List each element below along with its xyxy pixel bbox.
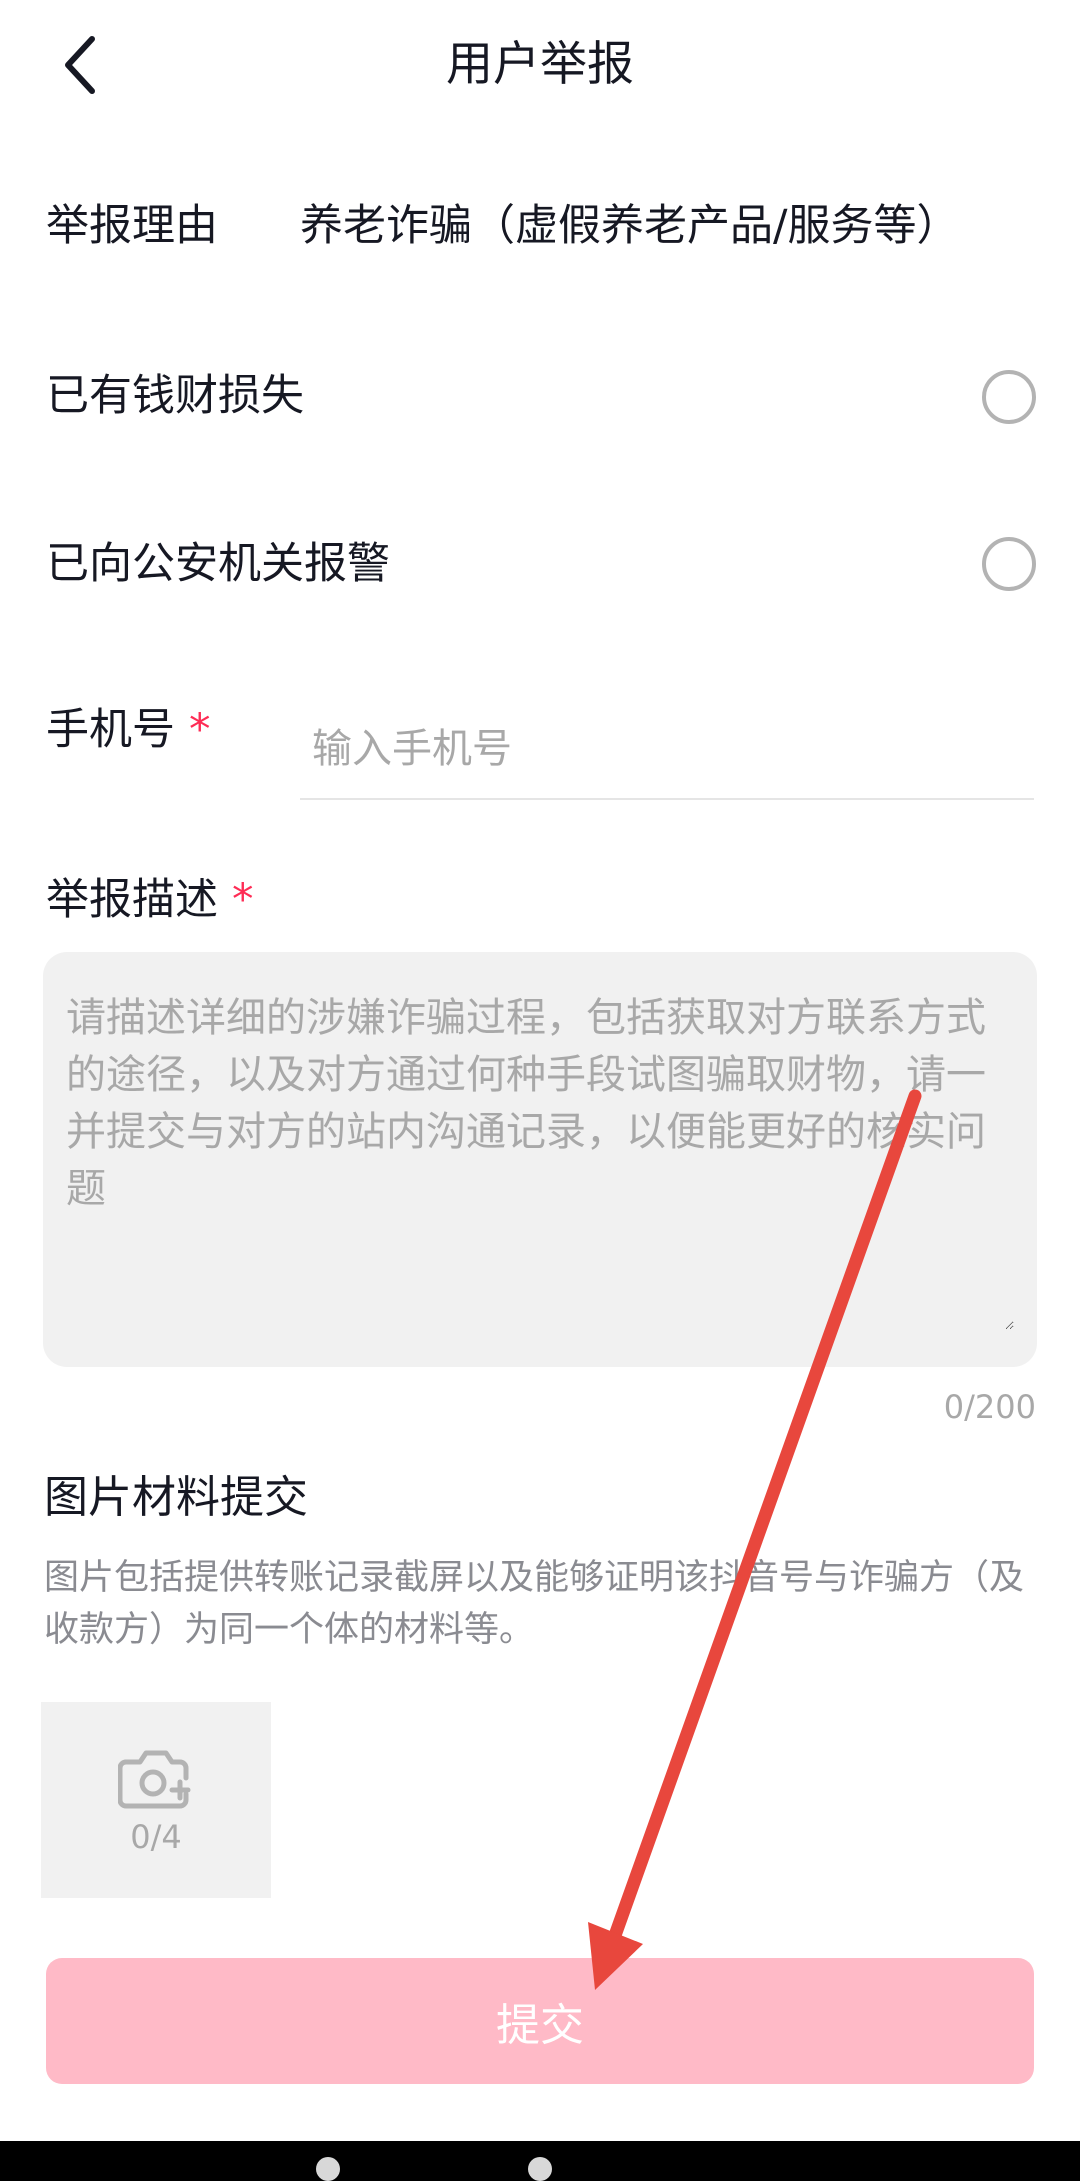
description-char-counter: 0/200	[943, 1388, 1036, 1426]
option-police-report-radio[interactable]	[982, 537, 1036, 591]
image-section-title: 图片材料提交	[44, 1472, 308, 1523]
page-title: 用户举报	[446, 37, 634, 92]
phone-label: 手机号 *	[46, 700, 211, 760]
required-mark: *	[232, 875, 254, 925]
required-mark: *	[189, 705, 211, 755]
description-label-text: 举报描述	[46, 875, 218, 925]
option-police-report-label: 已向公安机关报警	[46, 539, 390, 589]
phone-input[interactable]	[300, 700, 1034, 800]
nav-back-icon[interactable]	[316, 2157, 340, 2181]
image-section-description: 图片包括提供转账记录截屏以及能够证明该抖音号与诈骗方（及收款方）为同一个体的材料…	[44, 1558, 1025, 1650]
phone-label-text: 手机号	[46, 705, 175, 755]
nav-home-icon[interactable]	[528, 2157, 552, 2181]
description-textarea[interactable]	[66, 990, 1014, 1330]
description-label: 举报描述 *	[46, 870, 254, 930]
image-upload-button[interactable]: 0/4	[41, 1702, 271, 1898]
submit-button[interactable]: 提交	[46, 1958, 1034, 2084]
reason-label: 举报理由	[46, 201, 218, 251]
camera-add-icon	[118, 1750, 191, 1809]
reason-value: 养老诈骗（虚假养老产品/服务等）	[300, 201, 960, 251]
image-upload-count: 0/4	[130, 1818, 182, 1856]
option-money-lost-label: 已有钱财损失	[46, 371, 304, 421]
option-money-lost-radio[interactable]	[982, 370, 1036, 424]
